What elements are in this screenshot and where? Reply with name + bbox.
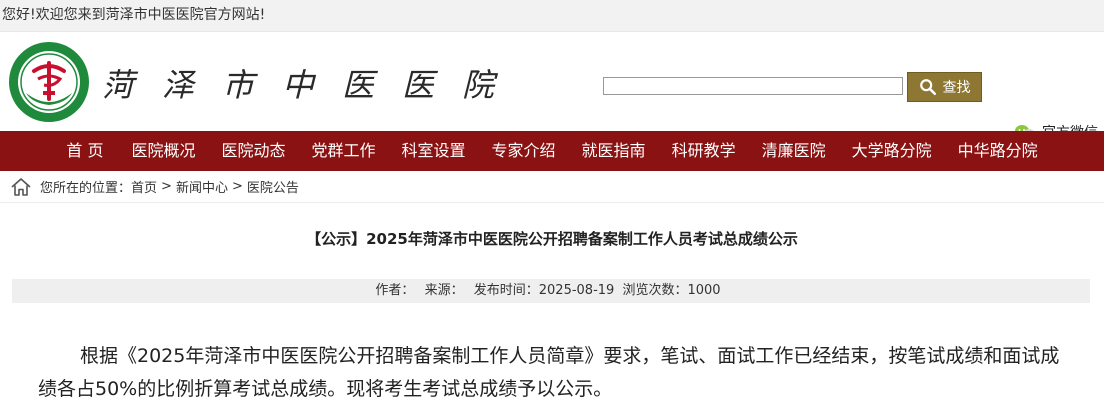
breadcrumb-news-center[interactable]: 新闻中心	[176, 177, 228, 196]
meta-date: 2025-08-19	[538, 283, 615, 298]
nav-item-home[interactable]: 首 页	[53, 131, 118, 171]
nav-item-daxuelu-branch[interactable]: 大学路分院	[839, 131, 945, 171]
site-header: 菏泽市中医医院 查找 官方微信	[0, 32, 1104, 141]
nav-item-integrity[interactable]: 清廉医院	[749, 131, 839, 171]
breadcrumb-prefix: 您所在的位置：	[40, 181, 132, 196]
nav-item-overview[interactable]: 医院概况	[118, 131, 208, 171]
meta-views-label: 浏览次数：	[622, 283, 688, 298]
nav-item-guide[interactable]: 就医指南	[569, 131, 659, 171]
breadcrumb: 您所在的位置： 首页 > 新闻中心 > 医院公告	[0, 171, 1104, 203]
nav-item-experts[interactable]: 专家介绍	[479, 131, 569, 171]
article-title: 【公示】2025年菏泽市中医医院公开招聘备案制工作人员考试总成绩公示	[306, 230, 798, 248]
nav-item-departments[interactable]: 科室设置	[389, 131, 479, 171]
nav-item-research[interactable]: 科研教学	[659, 131, 749, 171]
nav-item-news[interactable]: 医院动态	[208, 131, 298, 171]
meta-views: 1000	[687, 283, 721, 298]
breadcrumb-separator: >	[161, 179, 172, 194]
search-button-label: 查找	[942, 80, 971, 96]
nav-item-zhonghualu-branch[interactable]: 中华路分院	[945, 131, 1051, 171]
welcome-text: 您好!欢迎您来到菏泽市中医医院官方网站!	[2, 7, 266, 23]
article-meta: 作者： 来源： 发布时间：2025-08-19 浏览次数：1000	[12, 279, 1090, 303]
breadcrumb-separator: >	[231, 179, 243, 194]
home-icon	[11, 177, 31, 196]
search-button[interactable]: 查找	[907, 72, 982, 102]
search-input[interactable]	[603, 77, 903, 95]
breadcrumb-home[interactable]: 首页	[131, 177, 157, 196]
site-name: 菏泽市中医医院	[102, 66, 523, 104]
top-welcome-bar: 您好!欢迎您来到菏泽市中医医院官方网站!	[0, 0, 1104, 32]
meta-date-label: 发布时间：	[473, 283, 539, 298]
article-body: 根据《2025年菏泽市中医医院公开招聘备案制工作人员简章》要求，笔试、面试工作已…	[38, 345, 1060, 400]
nav-item-party[interactable]: 党群工作	[299, 131, 389, 171]
breadcrumb-announcements[interactable]: 医院公告	[247, 177, 299, 196]
meta-source-label: 来源：	[424, 283, 464, 298]
meta-author-label: 作者：	[375, 283, 415, 298]
hospital-logo[interactable]	[8, 41, 90, 123]
main-nav: 首 页 医院概况 医院动态 党群工作 科室设置 专家介绍 就医指南 科研教学 清…	[0, 131, 1104, 171]
search-icon	[919, 79, 936, 96]
